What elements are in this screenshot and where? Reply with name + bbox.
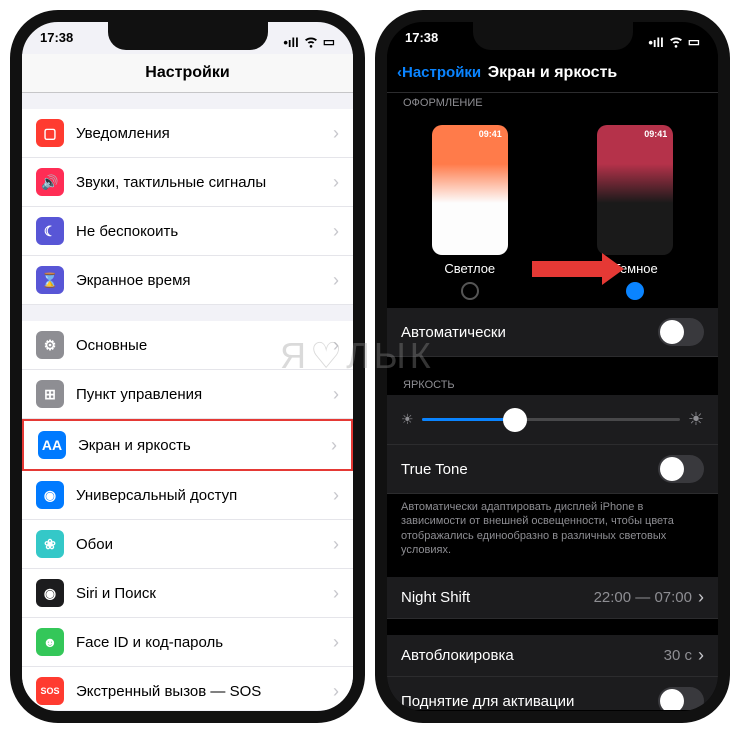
settings-list[interactable]: ▢Уведомления›🔊Звуки, тактильные сигналы›… — [22, 93, 353, 710]
row-label: Face ID и код-пароль — [76, 634, 333, 651]
radio-light[interactable] — [461, 282, 479, 300]
nav-title: Настройки — [22, 54, 353, 93]
row-true-tone[interactable]: True Tone — [387, 445, 718, 494]
chevron-right-icon: › — [333, 172, 339, 193]
row-label: Универсальный доступ — [76, 487, 333, 504]
chevron-right-icon: › — [333, 534, 339, 555]
sun-low-icon: ☀ — [401, 411, 414, 428]
settings-row[interactable]: ◉ Универсальный доступ› — [22, 471, 353, 520]
settings-row[interactable]: SOS Экстренный вызов — SOS› — [22, 667, 353, 710]
row-automatic[interactable]: Автоматически — [387, 308, 718, 357]
back-button[interactable]: ‹ Настройки — [397, 64, 481, 81]
row-label: Экранное время — [76, 272, 333, 289]
row-icon: ⚙ — [36, 331, 64, 359]
notch — [473, 22, 633, 50]
toggle-automatic[interactable] — [658, 318, 704, 346]
row-icon: ❀ — [36, 530, 64, 558]
row-label: Экран и яркость — [78, 437, 331, 454]
notch — [108, 22, 268, 50]
chevron-right-icon: › — [333, 583, 339, 604]
sun-high-icon: ☀ — [688, 409, 704, 430]
settings-row[interactable]: ▢ Уведомления› — [22, 109, 353, 158]
radio-dark[interactable] — [626, 282, 644, 300]
true-tone-note: Автоматически адаптировать дисплей iPhon… — [387, 494, 718, 563]
display-settings[interactable]: ОФОРМЛЕНИЕ 09:41 Светлое 09:41 Темное Ав… — [387, 93, 718, 710]
row-icon: AA — [38, 431, 66, 459]
appearance-light-label: Светлое — [432, 261, 508, 276]
chevron-right-icon: › — [698, 645, 704, 666]
row-icon: 🔊 — [36, 168, 64, 196]
row-raise-to-wake[interactable]: Поднятие для активации — [387, 677, 718, 710]
battery-icon: ▭ — [688, 34, 700, 50]
row-icon: ◉ — [36, 579, 64, 607]
chevron-right-icon: › — [333, 270, 339, 291]
phone-light: 17:38 •ıll ▭ Настройки ▢Уведомления›🔊Зву… — [10, 10, 365, 723]
section-appearance: ОФОРМЛЕНИЕ — [387, 93, 718, 113]
row-label: Основные — [76, 337, 333, 354]
chevron-right-icon: › — [333, 632, 339, 653]
signal-icon: •ıll — [283, 35, 298, 50]
chevron-right-icon: › — [333, 123, 339, 144]
settings-row[interactable]: 🔊 Звуки, тактильные сигналы› — [22, 158, 353, 207]
status-time: 17:38 — [40, 30, 73, 54]
row-label: Не беспокоить — [76, 223, 333, 240]
section-brightness: ЯРКОСТЬ — [387, 375, 718, 395]
row-label: Звуки, тактильные сигналы — [76, 174, 333, 191]
brightness-slider-row: ☀ ☀ — [387, 395, 718, 445]
nav-title: Экран и яркость — [488, 64, 618, 81]
phone-dark: 17:38 •ıll ▭ ‹ Настройки Экран и яркость… — [375, 10, 730, 723]
wifi-icon — [668, 33, 684, 52]
row-icon: SOS — [36, 677, 64, 705]
row-label: Siri и Поиск — [76, 585, 333, 602]
settings-row[interactable]: ☻ Face ID и код-пароль› — [22, 618, 353, 667]
chevron-right-icon: › — [333, 681, 339, 702]
back-label: Настройки — [402, 64, 481, 81]
appearance-light[interactable]: 09:41 Светлое — [432, 125, 508, 300]
row-icon: ☾ — [36, 217, 64, 245]
wifi-icon — [303, 33, 319, 52]
row-label: Экстренный вызов — SOS — [76, 683, 333, 700]
settings-row[interactable]: ◉ Siri и Поиск› — [22, 569, 353, 618]
toggle-raise[interactable] — [658, 687, 704, 710]
status-time: 17:38 — [405, 30, 438, 54]
chevron-right-icon: › — [698, 587, 704, 608]
row-icon: ☻ — [36, 628, 64, 656]
settings-row[interactable]: ☾ Не беспокоить› — [22, 207, 353, 256]
settings-row[interactable]: ❀ Обои› — [22, 520, 353, 569]
row-icon: ◉ — [36, 481, 64, 509]
row-label: Обои — [76, 536, 333, 553]
row-icon: ▢ — [36, 119, 64, 147]
toggle-true-tone[interactable] — [658, 455, 704, 483]
chevron-right-icon: › — [331, 435, 337, 456]
settings-row[interactable]: ⌛ Экранное время› — [22, 256, 353, 305]
row-label: Уведомления — [76, 125, 333, 142]
row-night-shift[interactable]: Night Shift 22:00 — 07:00 › — [387, 577, 718, 619]
row-autolock[interactable]: Автоблокировка 30 с › — [387, 635, 718, 677]
signal-icon: •ıll — [648, 35, 663, 50]
chevron-right-icon: › — [333, 221, 339, 242]
row-icon: ⊞ — [36, 380, 64, 408]
annotation-arrow — [532, 257, 622, 281]
row-icon: ⌛ — [36, 266, 64, 294]
chevron-right-icon: › — [333, 485, 339, 506]
chevron-right-icon: › — [333, 335, 339, 356]
nav-header: ‹ Настройки Экран и яркость — [387, 54, 718, 93]
settings-row[interactable]: ⊞ Пункт управления› — [22, 370, 353, 419]
row-label: Пункт управления — [76, 386, 333, 403]
settings-row[interactable]: AA Экран и яркость› — [22, 419, 353, 471]
settings-row[interactable]: ⚙ Основные› — [22, 321, 353, 370]
chevron-right-icon: › — [333, 384, 339, 405]
battery-icon: ▭ — [323, 34, 335, 50]
brightness-slider[interactable] — [422, 418, 680, 421]
